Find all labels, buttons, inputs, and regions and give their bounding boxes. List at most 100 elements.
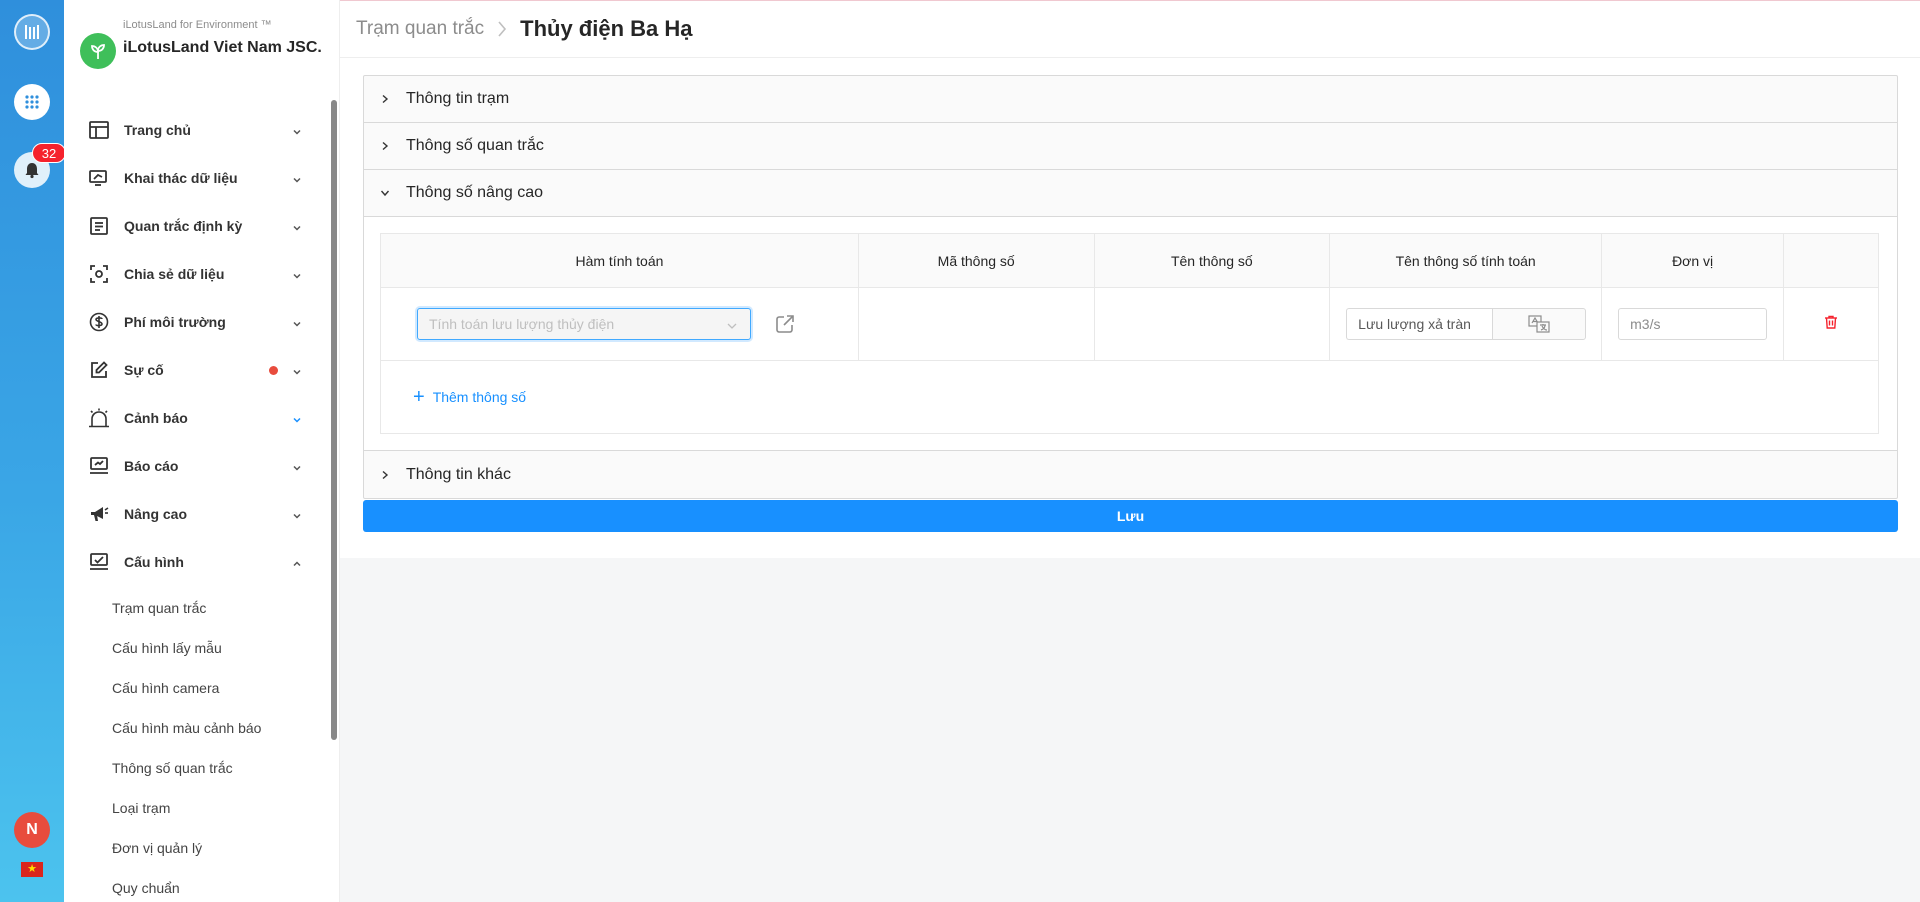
- panel-title: Thông tin trạm: [406, 90, 510, 107]
- chevron-right-icon: [380, 94, 392, 104]
- submenu-item-thong-so-quan-trac[interactable]: Thông số quan trắc: [64, 748, 324, 788]
- advanced-params-table: Hàm tính toán Mã thông số Tên thông số T…: [380, 233, 1879, 434]
- col-header-code: Mã thông số: [858, 233, 1095, 288]
- sidebar-item-label: Cấu hình: [124, 554, 184, 570]
- add-param-button[interactable]: + Thêm thông số: [413, 387, 526, 407]
- table-row: Tính toán lưu lượng thủy điện Lưu lượng …: [380, 287, 1879, 361]
- incident-alert-dot: [269, 366, 278, 375]
- sidebar-item-nang-cao[interactable]: Nâng cao: [64, 490, 324, 538]
- config-monitor-icon: [88, 551, 110, 573]
- vietnam-flag-icon[interactable]: ★: [21, 862, 43, 877]
- panel-header-other-info[interactable]: Thông tin khác: [364, 451, 1897, 498]
- sidebar-item-chia-se[interactable]: Chia sẻ dữ liệu: [64, 250, 324, 298]
- sidebar-item-bao-cao[interactable]: Báo cáo: [64, 442, 324, 490]
- panel-header-advanced-params[interactable]: Thông số nâng cao: [364, 170, 1897, 217]
- chevron-down-icon: [292, 460, 302, 478]
- sidebar-item-phi-moi-truong[interactable]: Phí môi trường: [64, 298, 324, 346]
- plus-icon: +: [413, 385, 425, 408]
- sidebar-item-label: Trang chủ: [124, 122, 191, 138]
- chevron-right-icon: [380, 141, 392, 151]
- organization-logo-icon: [80, 33, 116, 69]
- cell-func: Tính toán lưu lượng thủy điện: [380, 287, 859, 361]
- col-header-name: Tên thông số: [1094, 233, 1331, 288]
- main-content: Thông tin trạm Thông số quan trắc Thông …: [340, 58, 1920, 558]
- panel-title: Thông số nâng cao: [406, 184, 543, 201]
- apps-grid-icon[interactable]: [14, 84, 50, 120]
- cell-code: [858, 287, 1095, 361]
- sidebar-scrollbar[interactable]: [331, 100, 337, 740]
- incident-edit-icon: [88, 359, 110, 381]
- page-header: Trạm quan trắc Thủy điện Ba Hạ: [340, 0, 1920, 58]
- sidebar-item-label: Nâng cao: [124, 506, 188, 522]
- organization-name: iLotusLand Viet Nam JSC.: [123, 39, 322, 56]
- chevron-down-icon: [380, 188, 392, 198]
- panel-header-station-info[interactable]: Thông tin trạm: [364, 76, 1897, 123]
- submenu-item-cau-hinh-camera[interactable]: Cấu hình camera: [64, 668, 324, 708]
- add-param-label: Thêm thông số: [432, 388, 527, 405]
- translate-icon[interactable]: [1492, 308, 1587, 340]
- cell-calc-name: Lưu lượng xả tràn: [1329, 287, 1603, 361]
- sidebar-item-quan-trac-dinh-ky[interactable]: Quan trắc định kỳ: [64, 202, 324, 250]
- col-header-actions: [1783, 233, 1879, 288]
- report-icon: [88, 455, 110, 477]
- app-logo-icon[interactable]: [14, 14, 50, 50]
- page-title: Thủy điện Ba Hạ: [520, 16, 693, 41]
- cell-actions: [1783, 287, 1879, 361]
- save-button[interactable]: Lưu: [363, 500, 1898, 532]
- add-row: + Thêm thông số: [380, 360, 1879, 434]
- monitor-data-icon: [88, 167, 110, 189]
- sidebar-item-canh-bao[interactable]: Cảnh báo: [64, 394, 324, 442]
- share-data-icon: [88, 263, 110, 285]
- chevron-down-icon: [292, 172, 302, 190]
- select-placeholder: Tính toán lưu lượng thủy điện: [429, 316, 615, 332]
- submenu-item-cau-hinh-lay-mau[interactable]: Cấu hình lấy mẫu: [64, 628, 324, 668]
- chevron-down-icon: [292, 124, 302, 142]
- sidebar-item-cau-hinh[interactable]: Cấu hình: [64, 538, 324, 586]
- calc-name-input[interactable]: Lưu lượng xả tràn: [1346, 308, 1493, 340]
- calc-function-select[interactable]: Tính toán lưu lượng thủy điện: [417, 308, 751, 340]
- col-header-unit: Đơn vị: [1601, 233, 1785, 288]
- breadcrumb-separator-icon: [496, 20, 508, 38]
- organization-product-label: iLotusLand for Environment ™: [123, 19, 272, 31]
- col-header-calc-name: Tên thông số tính toán: [1329, 233, 1603, 288]
- sidebar-item-label: Khai thác dữ liệu: [124, 170, 238, 186]
- submenu-item-don-vi-quan-ly[interactable]: Đơn vị quản lý: [64, 828, 324, 868]
- alarm-bell-icon: [88, 407, 110, 429]
- breadcrumb-parent-link[interactable]: Trạm quan trắc: [356, 18, 484, 40]
- submenu-item-loai-tram[interactable]: Loại trạm: [64, 788, 324, 828]
- home-layout-icon: [88, 119, 110, 141]
- unit-input[interactable]: m3/s: [1618, 308, 1768, 340]
- external-link-icon[interactable]: [775, 314, 795, 334]
- user-avatar[interactable]: N: [14, 812, 50, 848]
- chevron-down-icon: [292, 220, 302, 238]
- flag-star: ★: [27, 863, 37, 875]
- config-submenu: Trạm quan trắc Cấu hình lấy mẫu Cấu hình…: [64, 588, 324, 902]
- submenu-item-quy-chuan[interactable]: Quy chuẩn: [64, 868, 324, 902]
- megaphone-icon: [88, 503, 110, 525]
- chevron-right-icon: [380, 470, 392, 480]
- panel-header-monitoring-params[interactable]: Thông số quan trắc: [364, 123, 1897, 170]
- sidebar-item-label: Báo cáo: [124, 458, 179, 474]
- chevron-down-icon: [292, 508, 302, 526]
- sidebar-item-su-co[interactable]: Sự cố: [64, 346, 324, 394]
- sidebar-menu: Trang chủ Khai thác dữ liệu Quan trắc đị…: [64, 106, 324, 902]
- panel-body-advanced-params: Hàm tính toán Mã thông số Tên thông số T…: [364, 217, 1897, 451]
- add-param-cell: + Thêm thông số: [380, 360, 1879, 434]
- sidebar-item-trang-chu[interactable]: Trang chủ: [64, 106, 324, 154]
- chevron-down-icon: [292, 412, 302, 430]
- submenu-item-cau-hinh-mau-canh-bao[interactable]: Cấu hình màu cảnh báo: [64, 708, 324, 748]
- cell-name: [1094, 287, 1331, 361]
- notification-count-badge: 32: [32, 143, 66, 163]
- col-header-func: Hàm tính toán: [380, 233, 859, 288]
- periodic-list-icon: [88, 215, 110, 237]
- sidebar-item-label: Sự cố: [124, 362, 164, 378]
- chevron-down-icon: [726, 319, 738, 337]
- chevron-down-icon: [292, 268, 302, 286]
- cell-unit: m3/s: [1601, 287, 1785, 361]
- sidebar-item-khai-thac[interactable]: Khai thác dữ liệu: [64, 154, 324, 202]
- chevron-down-icon: [292, 364, 302, 382]
- panel-title: Thông số quan trắc: [406, 137, 544, 154]
- submenu-item-tram-quan-trac[interactable]: Trạm quan trắc: [64, 588, 324, 628]
- sidebar-item-label: Phí môi trường: [124, 314, 226, 330]
- delete-trash-icon[interactable]: [1824, 315, 1838, 333]
